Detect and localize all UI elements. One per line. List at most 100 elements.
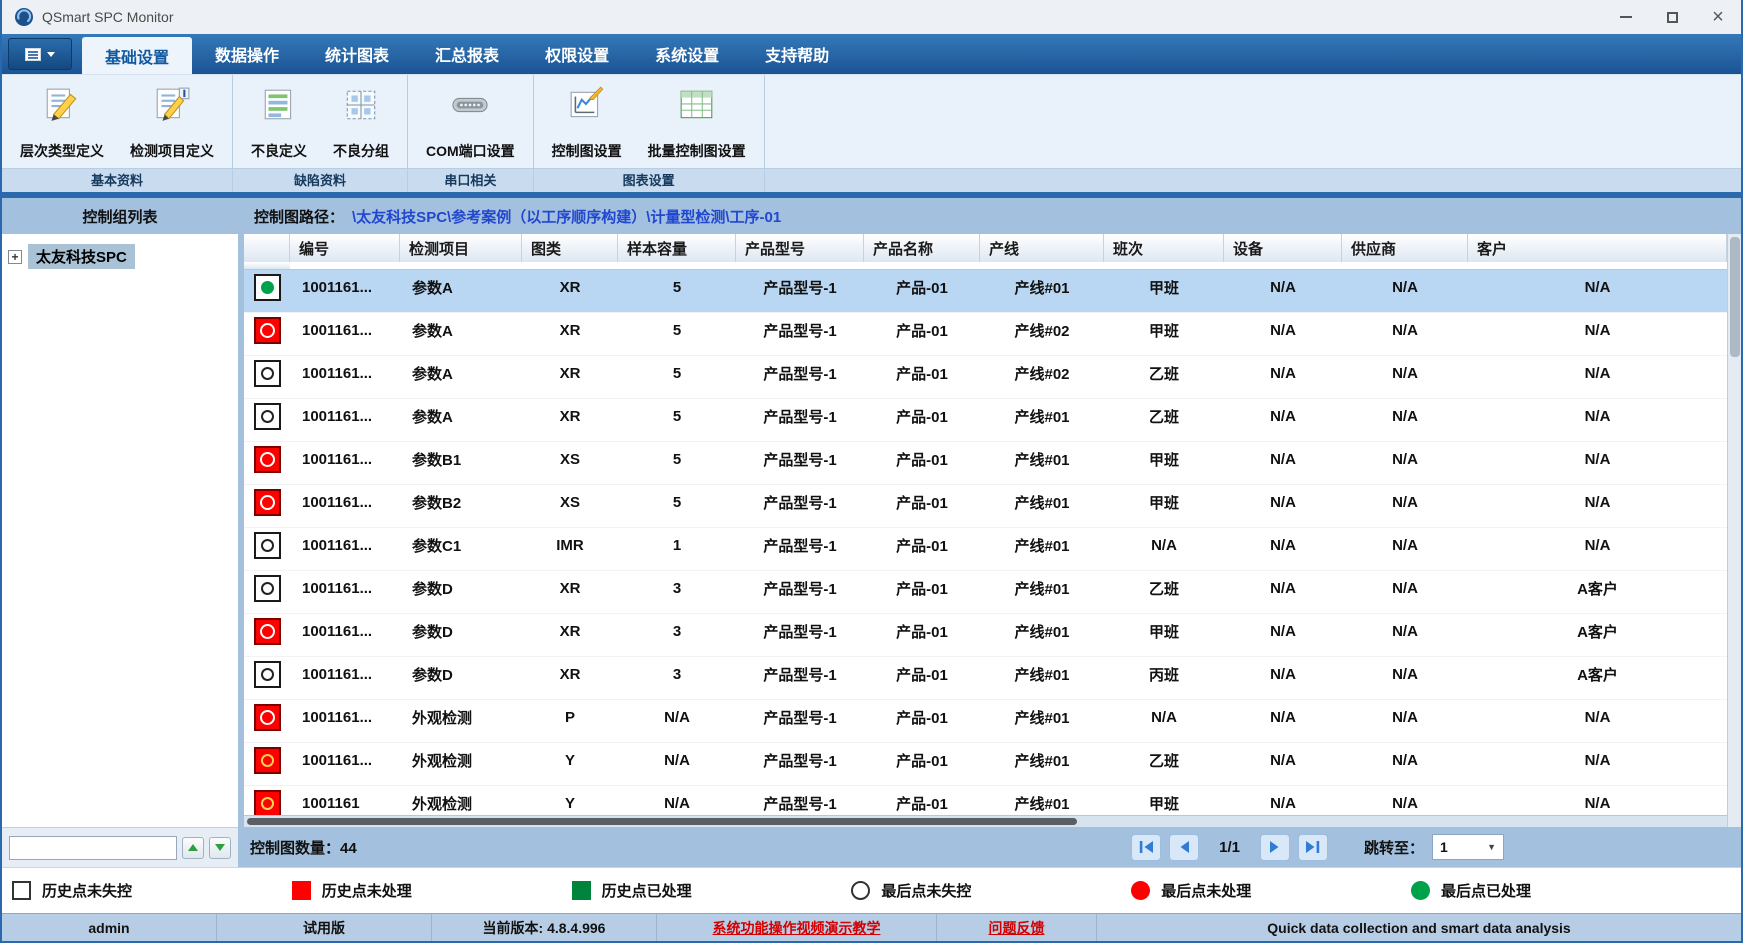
cell-supplier: N/A xyxy=(1392,450,1418,468)
status-icon xyxy=(253,617,281,645)
vertical-scrollbar[interactable] xyxy=(1727,234,1741,827)
last-page-button[interactable] xyxy=(1297,833,1328,861)
cell-sample-size: 5 xyxy=(672,450,682,468)
table-row[interactable]: 1001161... 参数A XR 5 产品型号-1 产品-01 产线#01 甲班 N/A N/A… xyxy=(244,270,1727,313)
search-up-button[interactable] xyxy=(182,836,204,859)
status-icon xyxy=(253,488,281,516)
table-row[interactable]: 1001161... 参数C1 IMR 1 产品型号-1 产品-01 产线#01 N/A N/A… xyxy=(244,528,1727,571)
first-page-icon xyxy=(1139,841,1153,853)
column-header-supplier[interactable]: 供应商 xyxy=(1342,234,1468,262)
cell-chart-type: XR xyxy=(559,278,581,296)
com-port-setup-button[interactable]: COM端口设置 xyxy=(416,80,525,166)
chart-list-panel: 控制图路径： \太友科技SPC\参考案例（以工序顺序构建）\计量型检测\工序-0… xyxy=(244,198,1741,827)
column-header-device[interactable]: 设备 xyxy=(1224,234,1342,262)
table-row[interactable]: 1001161 外观检测 Y N/A 产品型号-1 产品-01 产线#01 甲班 N/A N/A N… xyxy=(244,786,1727,815)
table-row[interactable]: 1001161... 参数A XR 5 产品型号-1 产品-01 产线#01 乙班 N/A N/A… xyxy=(244,399,1727,442)
column-header-product-model[interactable]: 产品型号 xyxy=(736,234,864,262)
table-row[interactable]: 1001161... 参数D XR 3 产品型号-1 产品-01 产线#01 丙班 N/A N/A… xyxy=(244,657,1727,700)
cell-item: 外观检测 xyxy=(412,795,473,813)
ribbon-group-2: COM端口设置 串口相关 xyxy=(408,75,534,192)
cell-line: 产线#01 xyxy=(1014,279,1070,297)
column-header-item[interactable]: 检测项目 xyxy=(400,234,522,262)
table-row[interactable]: 1001161... 参数B1 XS 5 产品型号-1 产品-01 产线#01 甲班 N/A N/… xyxy=(244,442,1727,485)
table-row[interactable]: 1001161... 参数A XR 5 产品型号-1 产品-01 产线#02 甲班 N/A N/A… xyxy=(244,313,1727,356)
horizontal-scrollbar-thumb[interactable] xyxy=(247,818,1078,825)
column-header-status[interactable] xyxy=(244,234,290,262)
tab-basic-settings[interactable]: 基础设置 xyxy=(82,37,193,74)
tab-summary-reports[interactable]: 汇总报表 xyxy=(412,34,522,74)
close-button[interactable]: × xyxy=(1695,0,1741,34)
first-page-button[interactable] xyxy=(1131,833,1162,861)
window-title: QSmart SPC Monitor xyxy=(42,9,174,25)
tab-permission-settings[interactable]: 权限设置 xyxy=(522,34,632,74)
maximize-button[interactable] xyxy=(1649,0,1695,34)
cell-chart-type: Y xyxy=(564,794,575,812)
tab-system-settings[interactable]: 系统设置 xyxy=(632,34,742,74)
cell-line: 产线#01 xyxy=(1014,408,1070,426)
cell-supplier: N/A xyxy=(1392,622,1418,640)
tree-search-input[interactable] xyxy=(9,835,177,860)
prev-page-button[interactable] xyxy=(1169,833,1200,861)
table-row[interactable]: 1001161... 参数A XR 5 产品型号-1 产品-01 产线#02 乙班 N/A N/A… xyxy=(244,356,1727,399)
cell-line: 产线#01 xyxy=(1014,795,1070,813)
inspection-item-define-button[interactable]: 检测项目定义 xyxy=(120,80,224,166)
cell-customer: N/A xyxy=(1584,278,1611,296)
ribbon-group-3: 控制图设置 批量控制图设置 图表设置 xyxy=(533,75,765,192)
batch-control-chart-setup-button[interactable]: 批量控制图设置 xyxy=(638,80,756,166)
hierarchy-type-define-button[interactable]: 层次类型定义 xyxy=(10,80,114,166)
next-page-button[interactable] xyxy=(1259,833,1290,861)
table-row[interactable]: 1001161... 外观检测 Y N/A 产品型号-1 产品-01 产线#01 乙班 N/A N… xyxy=(244,743,1727,786)
cell-code: 1001161... xyxy=(302,665,373,683)
control-chart-setup-button[interactable]: 控制图设置 xyxy=(542,80,632,166)
column-header-customer[interactable]: 客户 xyxy=(1468,234,1727,262)
table-row[interactable]: 1001161... 参数D XR 3 产品型号-1 产品-01 产线#01 甲班 N/A N/A… xyxy=(244,614,1727,657)
column-header-sample-size[interactable]: 样本容量 xyxy=(618,234,736,262)
cell-chart-type: P xyxy=(564,708,575,726)
jump-page-select[interactable]: 1 ▼ xyxy=(1432,834,1504,860)
table-row[interactable]: 1001161... 外观检测 P N/A 产品型号-1 产品-01 产线#01 N/A N/A… xyxy=(244,700,1727,743)
horizontal-scrollbar[interactable] xyxy=(244,815,1727,827)
close-icon: × xyxy=(1712,6,1724,28)
table-row[interactable]: 1001161... 参数B2 XS 5 产品型号-1 产品-01 产线#01 甲班 N/A N/… xyxy=(244,485,1727,528)
column-header-product-name[interactable]: 产品名称 xyxy=(864,234,980,262)
column-header-shift[interactable]: 班次 xyxy=(1104,234,1224,262)
search-down-button[interactable] xyxy=(209,836,231,859)
arrow-up-icon xyxy=(188,844,198,851)
tab-support-help[interactable]: 支持帮助 xyxy=(742,34,852,74)
status-icon xyxy=(253,402,281,430)
tree-expander-icon[interactable]: + xyxy=(8,249,22,264)
legend-label: 历史点未处理 xyxy=(321,883,412,900)
column-header-code[interactable]: 编号 xyxy=(290,234,400,262)
column-header-chart-type[interactable]: 图类 xyxy=(522,234,618,262)
defect-group-button[interactable]: 不良分组 xyxy=(323,80,399,166)
next-page-icon xyxy=(1270,841,1279,853)
cell-sample-size: 5 xyxy=(672,493,682,511)
table-row[interactable]: 1001161... 参数D XR 3 产品型号-1 产品-01 产线#01 乙班 N/A N/A… xyxy=(244,571,1727,614)
batch-control-chart-setup-icon xyxy=(678,86,716,124)
column-header-filler xyxy=(244,262,290,269)
cell-chart-type: Y xyxy=(564,751,575,769)
cell-product-name: 产品-01 xyxy=(896,752,948,770)
column-header-line[interactable]: 产线 xyxy=(980,234,1104,262)
cell-item: 参数A xyxy=(412,365,453,383)
vertical-scrollbar-thumb[interactable] xyxy=(1730,237,1740,357)
feedback-link[interactable]: 问题反馈 xyxy=(937,914,1097,941)
tab-statistical-charts[interactable]: 统计图表 xyxy=(302,34,412,74)
minimize-button[interactable] xyxy=(1603,0,1649,34)
cell-filler xyxy=(244,391,290,399)
minimize-icon xyxy=(1620,16,1632,18)
tab-data-operations[interactable]: 数据操作 xyxy=(192,34,302,74)
inspection-item-define-icon xyxy=(153,86,191,124)
cell-device: N/A xyxy=(1270,622,1296,640)
ribbon-toolbar: 层次类型定义 检测项目定义 基本资料 不良定义 不良分组 缺陷资料 COM端口设置 串口相关控… xyxy=(2,74,1741,192)
cell-device: N/A xyxy=(1270,665,1296,683)
tree-node-taiyou-spc[interactable]: + 太友科技SPC xyxy=(8,244,232,269)
defect-define-button[interactable]: 不良定义 xyxy=(241,80,317,166)
cell-status xyxy=(244,399,290,434)
app-menu-button[interactable] xyxy=(8,38,72,70)
video-tutorial-link[interactable]: 系统功能操作视频演示教学 xyxy=(657,914,937,941)
legend-item-circle-white: 最后点未失控 xyxy=(851,880,971,901)
ribbon-button-label: 不良定义 xyxy=(251,143,307,159)
cell-code: 1001161... xyxy=(302,708,373,726)
cell-sample-size: N/A xyxy=(664,794,690,812)
